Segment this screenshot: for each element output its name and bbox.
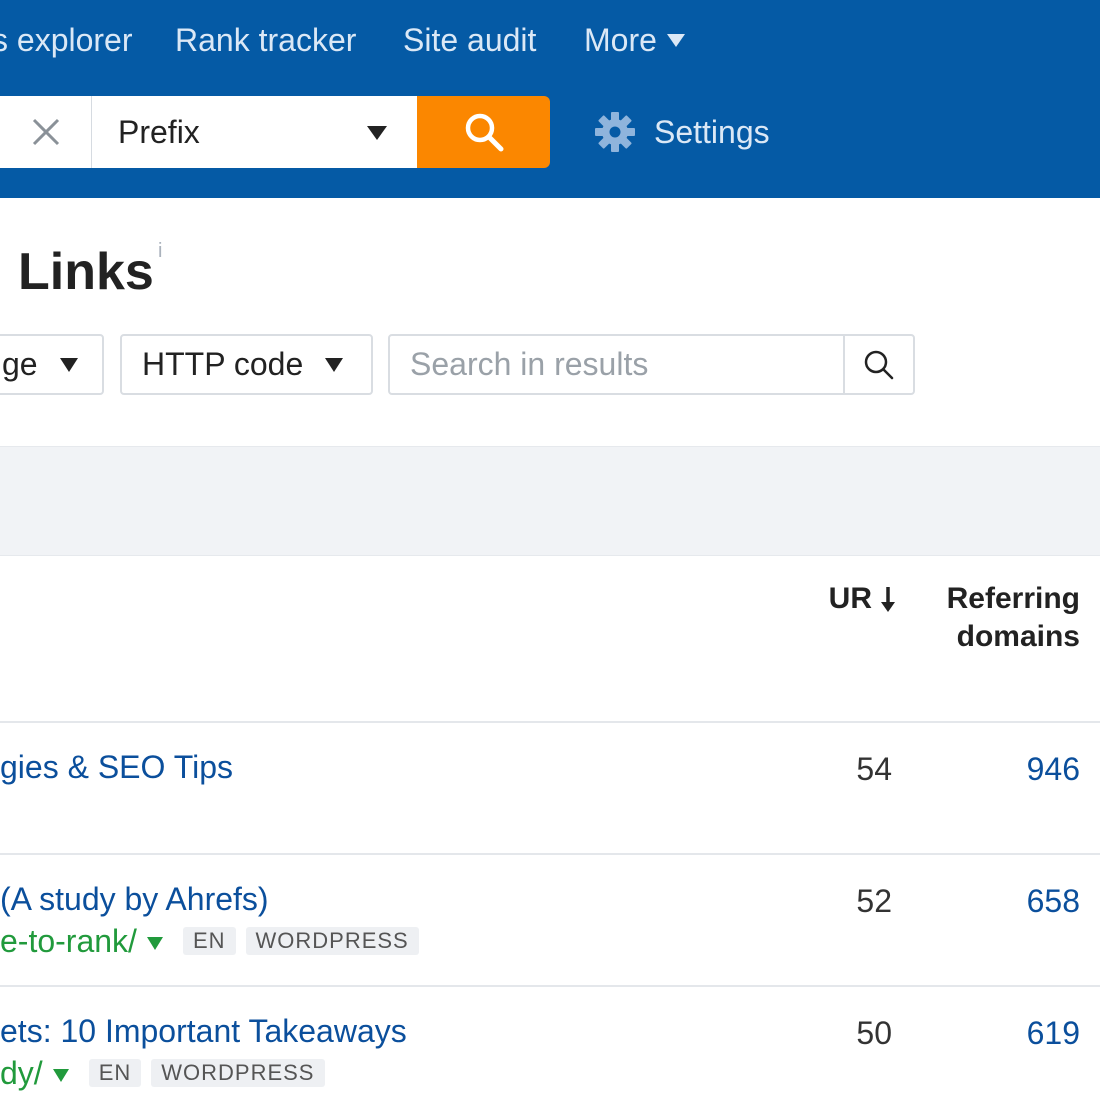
language-filter[interactable]: ge — [0, 334, 104, 395]
chevron-down-icon — [367, 126, 387, 140]
chevron-down-icon — [666, 33, 685, 47]
row-referring-domains-link[interactable]: 946 — [900, 749, 1080, 789]
search-icon — [864, 350, 894, 379]
nav-item-site-explorer[interactable]: s explorer — [0, 18, 133, 62]
settings-label: Settings — [654, 113, 770, 150]
results-search — [388, 334, 915, 395]
chevron-down-icon — [325, 357, 344, 372]
row-ur-value: 50 — [856, 1015, 892, 1051]
clear-search-button[interactable] — [0, 96, 92, 168]
language-tag: EN — [88, 1059, 142, 1087]
http-code-filter-label: HTTP code — [142, 346, 304, 382]
column-header-referring-domains[interactable]: Referring domains — [900, 580, 1080, 656]
column-header-ur-label: UR — [828, 582, 872, 615]
row-ur-value: 52 — [856, 883, 892, 919]
search-mode-select[interactable]: Prefix — [92, 96, 417, 168]
sort-descending-icon — [881, 587, 895, 612]
language-tag: EN — [182, 927, 236, 955]
nav-item-more[interactable]: More — [584, 18, 685, 62]
table-row: gies & SEO Tips 54 946 — [0, 723, 1100, 855]
column-header-rd-line1: Referring — [946, 582, 1080, 615]
row-referring-domains-link[interactable]: 658 — [900, 881, 1080, 921]
row-title-link[interactable]: (A study by Ahrefs) — [0, 879, 269, 919]
column-header-ur[interactable]: UR — [800, 580, 896, 618]
row-url-line: dy/ EN WORDPRESS — [0, 1053, 325, 1093]
page-title: Links — [18, 243, 154, 301]
row-url-line: e-to-rank/ EN WORDPRESS — [0, 921, 419, 961]
row-referring-domains-link[interactable]: 619 — [900, 1013, 1080, 1053]
language-filter-label: ge — [2, 346, 38, 382]
search-submit-button[interactable] — [417, 96, 550, 168]
url-dropdown-icon[interactable] — [52, 1068, 69, 1082]
url-dropdown-icon[interactable] — [146, 936, 163, 950]
table-row: ets: 10 Important Takeaways dy/ EN WORDP… — [0, 987, 1100, 1100]
results-search-input[interactable] — [390, 336, 844, 393]
nav-more-label: More — [584, 22, 657, 58]
top-navigation-bar: s explorer Rank tracker Site audit More … — [0, 0, 1100, 198]
settings-button[interactable]: Settings — [594, 110, 770, 154]
results-search-button[interactable] — [843, 336, 913, 393]
row-title-link[interactable]: gies & SEO Tips — [0, 747, 233, 787]
search-mode-value: Prefix — [118, 113, 200, 150]
platform-tag: WORDPRESS — [151, 1059, 325, 1087]
table-row: (A study by Ahrefs) e-to-rank/ EN WORDPR… — [0, 855, 1100, 987]
chevron-down-icon — [59, 357, 78, 372]
row-ur-value: 54 — [856, 751, 892, 787]
nav-item-site-audit[interactable]: Site audit — [403, 18, 536, 62]
results-toolbar-band — [0, 446, 1100, 556]
search-icon — [465, 113, 503, 152]
gear-icon — [595, 112, 635, 152]
http-code-filter[interactable]: HTTP code — [120, 334, 373, 395]
column-header-rd-line2: domains — [956, 620, 1080, 653]
close-icon — [32, 118, 59, 146]
info-icon[interactable]: i — [158, 240, 162, 263]
row-url-link[interactable]: e-to-rank/ — [0, 921, 137, 961]
nav-item-rank-tracker[interactable]: Rank tracker — [175, 18, 356, 62]
row-url-link[interactable]: dy/ — [0, 1053, 43, 1093]
platform-tag: WORDPRESS — [245, 927, 419, 955]
row-title-link[interactable]: ets: 10 Important Takeaways — [0, 1011, 407, 1051]
